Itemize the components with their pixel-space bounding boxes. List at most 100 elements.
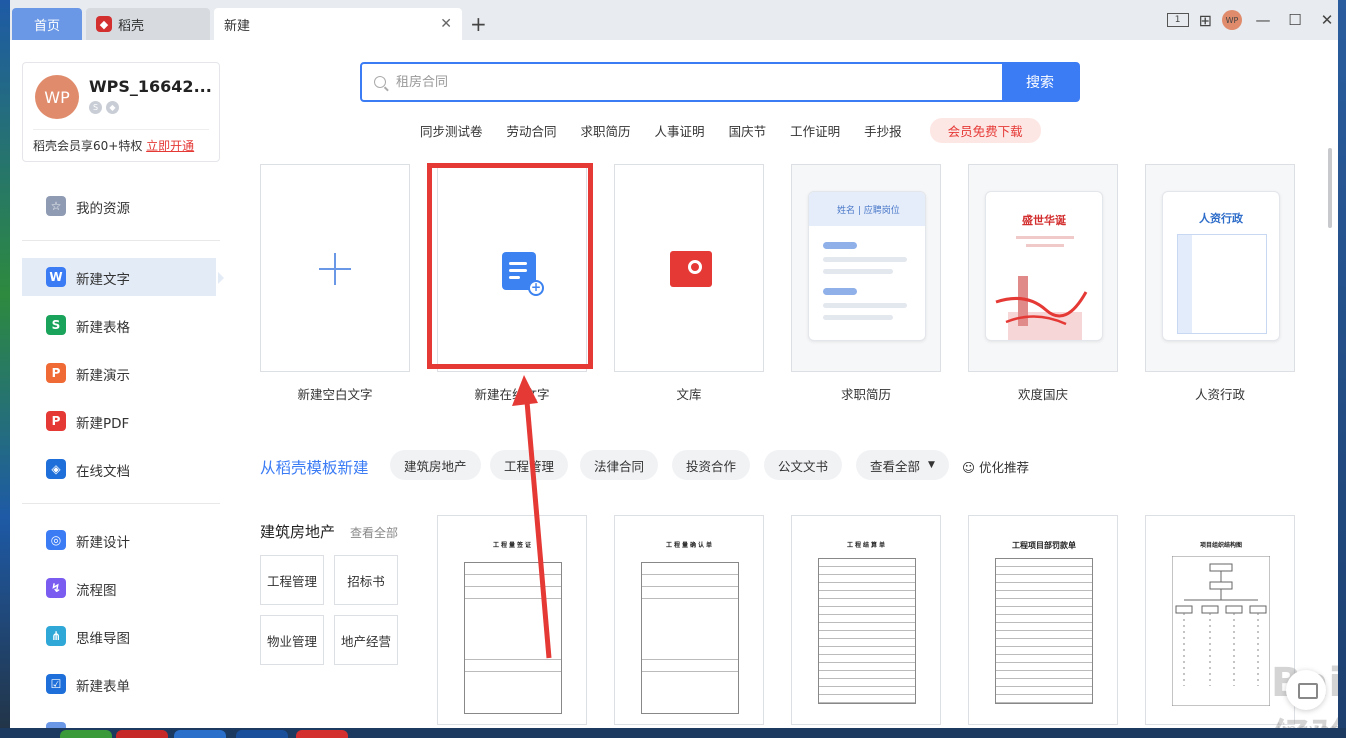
hr-admin-table — [1177, 234, 1267, 334]
hr-admin-preview: 人资行政 — [1162, 191, 1280, 341]
sidebar-item-new-pdf[interactable]: P 新建PDF — [22, 402, 216, 440]
taskbar-app-icon[interactable] — [296, 730, 348, 738]
flowchart-icon: ↯ — [46, 578, 66, 598]
close-tab-icon[interactable]: ✕ — [440, 16, 452, 32]
resume-preview: 姓名 | 应聘岗位 — [808, 191, 926, 341]
search-input[interactable] — [396, 74, 956, 90]
chip-view-all[interactable]: 查看全部 ▼ — [856, 450, 949, 480]
user-name[interactable]: WPS_16642... — [89, 77, 212, 96]
taskbar-app-icon[interactable] — [60, 730, 112, 738]
resume-preview-header: 姓名 | 应聘岗位 — [809, 192, 925, 226]
maximize-icon[interactable]: ☐ — [1284, 11, 1306, 29]
main-content: 搜索 同步测试卷 劳动合同 求职简历 人事证明 国庆节 工作证明 手抄报 会员免… — [236, 40, 1338, 728]
template-doc-title: 工程结算单 — [846, 542, 887, 549]
sheet-icon: S — [46, 315, 66, 335]
sidebar-item-new-slides[interactable]: P 新建演示 — [22, 354, 216, 392]
org-chart-illustration — [1172, 556, 1270, 706]
close-window-icon[interactable]: ✕ — [1316, 11, 1338, 29]
chip-investment[interactable]: 投资合作 — [672, 450, 751, 480]
taskbar-app-icon[interactable] — [236, 730, 288, 738]
tab-daoke[interactable]: ◆ 稻壳 — [86, 8, 210, 40]
national-day-preview: 盛世华诞 — [985, 191, 1103, 341]
card-label: 求职简历 — [840, 387, 891, 402]
sidebar-item-label: 新建演示 — [76, 368, 130, 384]
sidebar-item-label: 思维导图 — [76, 631, 130, 647]
smile-icon: ☺ — [962, 460, 976, 475]
template-doc-4[interactable]: 工程项目部罚款单 — [968, 515, 1118, 725]
card-new-blank[interactable] — [260, 164, 410, 372]
scrollbar[interactable] — [1328, 148, 1332, 228]
hot-word[interactable]: 同步测试卷 — [420, 121, 483, 140]
hot-word[interactable]: 工作证明 — [790, 121, 840, 140]
chip-legal[interactable]: 法律合同 — [580, 450, 659, 480]
national-day-illustration — [995, 236, 1088, 340]
template-doc-title: 工程量签证 — [492, 542, 533, 549]
sidebar-item-my-resources[interactable]: ☆ 我的资源 — [22, 187, 216, 225]
hot-word[interactable]: 人事证明 — [655, 121, 705, 140]
design-icon: ◎ — [46, 530, 66, 550]
chip-construction[interactable]: 建筑房地产 — [390, 450, 481, 480]
taskbar — [0, 728, 1346, 738]
category-real-estate[interactable]: 地产经营 — [334, 615, 398, 665]
chat-icon[interactable] — [1286, 670, 1326, 710]
desktop-edge-left — [0, 0, 10, 738]
minimize-icon[interactable]: — — [1252, 11, 1274, 29]
sidebar-item-new-form[interactable]: ☑ 新建表单 — [22, 665, 216, 703]
template-doc-3[interactable]: 工程结算单 — [791, 515, 941, 725]
category-engineering[interactable]: 工程管理 — [260, 555, 324, 605]
card-hr-admin[interactable]: 人资行政 — [1145, 164, 1295, 372]
sidebar-item-label: 新建设计 — [76, 535, 130, 551]
tab-home[interactable]: 首页 — [12, 8, 82, 40]
vip-download-button[interactable]: 会员免费下载 — [929, 118, 1041, 143]
category-see-all[interactable]: 查看全部 — [350, 524, 398, 541]
sidebar-item-new-design[interactable]: ◎ 新建设计 — [22, 521, 216, 559]
sidebar-item-new-word[interactable]: W 新建文字 — [22, 258, 224, 296]
watermark-sub: jingyan.baidu.com — [1276, 720, 1338, 728]
chip-engineering[interactable]: 工程管理 — [490, 450, 569, 480]
tab-new[interactable]: 新建 ✕ — [214, 8, 462, 40]
sidebar-item-mindmap[interactable]: ⋔ 思维导图 — [22, 617, 216, 655]
hot-word[interactable]: 求职简历 — [581, 121, 631, 140]
card-resume[interactable]: 姓名 | 应聘岗位 — [791, 164, 941, 372]
user-avatar-small[interactable]: WP — [1222, 10, 1242, 30]
templates-title: 从稻壳模板新建 — [260, 459, 369, 477]
card-library[interactable] — [614, 164, 764, 372]
category-title: 建筑房地产 — [260, 523, 336, 541]
hot-word[interactable]: 国庆节 — [729, 121, 767, 140]
chip-official-docs[interactable]: 公文文书 — [764, 450, 843, 480]
apps-grid-icon[interactable]: ⊞ — [1199, 11, 1212, 30]
sidebar-item-online-doc[interactable]: ◈ 在线文档 — [22, 450, 216, 488]
search-box: 搜索 — [360, 62, 1080, 102]
optimize-recommend[interactable]: ☺ 优化推荐 — [962, 457, 1029, 476]
sidebar-item-partial[interactable] — [22, 713, 216, 728]
card-national-day[interactable]: 盛世华诞 — [968, 164, 1118, 372]
category-tender[interactable]: 招标书 — [334, 555, 398, 605]
star-icon: ☆ — [46, 196, 66, 216]
hot-word[interactable]: 手抄报 — [864, 121, 902, 140]
sidebar-item-label: 流程图 — [76, 583, 117, 599]
pdf-icon: P — [46, 411, 66, 431]
sidebar-item-label: 新建文字 — [76, 272, 130, 288]
avatar[interactable]: WP — [35, 75, 79, 119]
hot-word[interactable]: 劳动合同 — [507, 121, 557, 140]
divider — [33, 129, 209, 130]
sidebar-item-flowchart[interactable]: ↯ 流程图 — [22, 569, 216, 607]
badge-vip-icon: ◆ — [106, 101, 119, 114]
search-field-wrap — [362, 64, 1002, 100]
taskbar-app-icon[interactable] — [174, 730, 226, 738]
sidebar-item-new-sheet[interactable]: S 新建表格 — [22, 306, 216, 344]
card-label: 新建空白文字 — [297, 387, 373, 402]
vip-open-link[interactable]: 立即开通 — [146, 139, 194, 153]
category-property[interactable]: 物业管理 — [260, 615, 324, 665]
tab-new-label: 新建 — [224, 18, 251, 34]
reading-mode-icon[interactable]: 1 — [1166, 13, 1189, 27]
active-arrow — [218, 272, 224, 284]
template-doc-2[interactable]: 工程量确认单 — [614, 515, 764, 725]
taskbar-app-icon[interactable] — [116, 730, 168, 738]
sidebar-item-label: 新建PDF — [76, 416, 130, 432]
divider — [22, 503, 220, 504]
search-button[interactable]: 搜索 — [1002, 64, 1078, 100]
add-tab-button[interactable]: + — [470, 12, 487, 36]
vip-promo-text: 稻壳会员享60+特权 — [33, 139, 143, 153]
template-doc-1[interactable]: 工程量签证 — [437, 515, 587, 725]
